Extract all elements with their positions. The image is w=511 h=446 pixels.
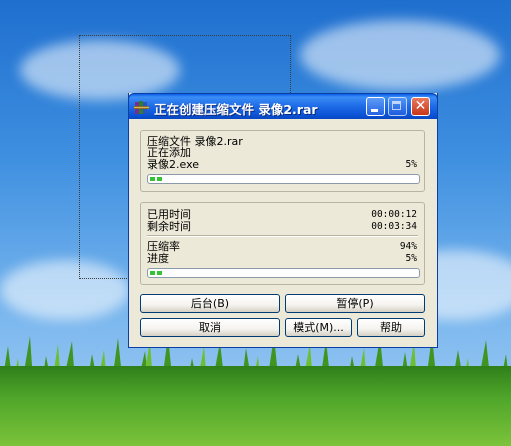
- progress-label: 进度: [147, 252, 169, 265]
- background-button[interactable]: 后台(B): [140, 294, 280, 313]
- remaining-label: 剩余时间: [147, 220, 191, 233]
- remaining-value: 00:03:34: [371, 221, 417, 232]
- file-progress-bar: [147, 174, 420, 184]
- minimize-icon: [371, 109, 378, 112]
- window-title: 正在创建压缩文件 录像2.rar: [154, 102, 318, 117]
- close-button[interactable]: ✕: [411, 97, 430, 116]
- maximize-button[interactable]: [388, 97, 407, 116]
- help-button[interactable]: 帮助: [357, 318, 425, 337]
- winrar-books-icon: [134, 101, 149, 114]
- total-progress-bar: [147, 268, 420, 278]
- file-percent: 5%: [405, 159, 417, 170]
- divider: [147, 235, 418, 237]
- ratio-value: 94%: [399, 241, 417, 252]
- progress-window: 正在创建压缩文件 录像2.rar ✕ 压缩文件 录像2.rar 正在添加 录像2…: [128, 93, 438, 348]
- minimize-button[interactable]: [366, 97, 385, 116]
- progress-value: 5%: [405, 253, 417, 264]
- current-file: 录像2.exe: [147, 158, 200, 171]
- pause-button[interactable]: 暂停(P): [285, 294, 425, 313]
- close-icon: ✕: [414, 98, 427, 114]
- maximize-icon: [392, 101, 401, 110]
- mode-button[interactable]: 模式(M)...: [285, 318, 352, 337]
- elapsed-value: 00:00:12: [371, 209, 417, 220]
- total-progress-fill: [150, 271, 164, 275]
- cancel-button[interactable]: 取消: [140, 318, 280, 337]
- grass: [0, 366, 511, 446]
- file-info-group: 压缩文件 录像2.rar 正在添加 录像2.exe 5%: [140, 130, 425, 192]
- cloud: [300, 20, 500, 90]
- stats-group: 已用时间 00:00:12 剩余时间 00:03:34 压缩率 94% 进度 5…: [140, 202, 425, 285]
- file-progress-fill: [150, 177, 164, 181]
- title-bar[interactable]: 正在创建压缩文件 录像2.rar ✕: [128, 93, 438, 119]
